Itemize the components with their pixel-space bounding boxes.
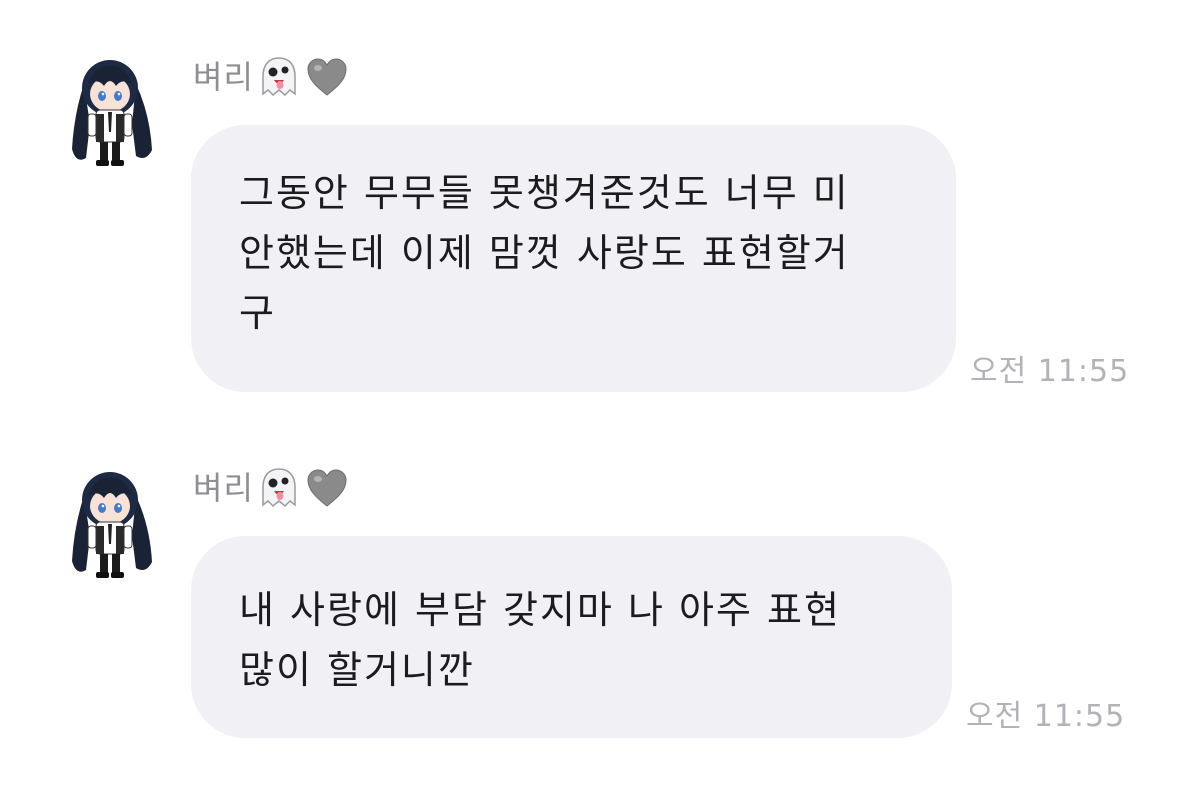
ghost-icon — [262, 57, 296, 97]
message-text: 내 사랑에 부담 갖지마 나 아주 표현 많이 할거니깐 — [239, 588, 841, 692]
gray-heart-icon — [307, 469, 347, 507]
sender-line: 벼리 — [193, 53, 350, 101]
ghost-icon — [262, 468, 296, 508]
message-timestamp: 오전 11:55 — [970, 354, 1130, 389]
sender-line: 벼리 — [193, 464, 350, 512]
message-text: 그동안 무무들 못챙겨준것도 너무 미 안했는데 이제 맘껏 사랑도 표현할거 … — [239, 171, 850, 335]
message-bubble[interactable]: 내 사랑에 부담 갖지마 나 아주 표현 많이 할거니깐 — [191, 536, 952, 738]
message-group-2: 벼리 내 사랑에 부담 갖지마 나 아주 표현 많이 할거니깐 오전 11:55 — [0, 400, 1200, 787]
avatar[interactable] — [62, 466, 158, 584]
avatar[interactable] — [62, 54, 158, 172]
sender-name: 벼리 — [193, 469, 254, 507]
message-group-1: 벼리 그동안 무무들 못챙겨준것도 너무 미 안했는데 이제 맘껏 사랑도 표현… — [0, 0, 1200, 400]
message-bubble[interactable]: 그동안 무무들 못챙겨준것도 너무 미 안했는데 이제 맘껏 사랑도 표현할거 … — [191, 125, 956, 392]
message-timestamp: 오전 11:55 — [966, 699, 1126, 734]
gray-heart-icon — [307, 58, 347, 96]
sender-name: 벼리 — [193, 58, 254, 96]
